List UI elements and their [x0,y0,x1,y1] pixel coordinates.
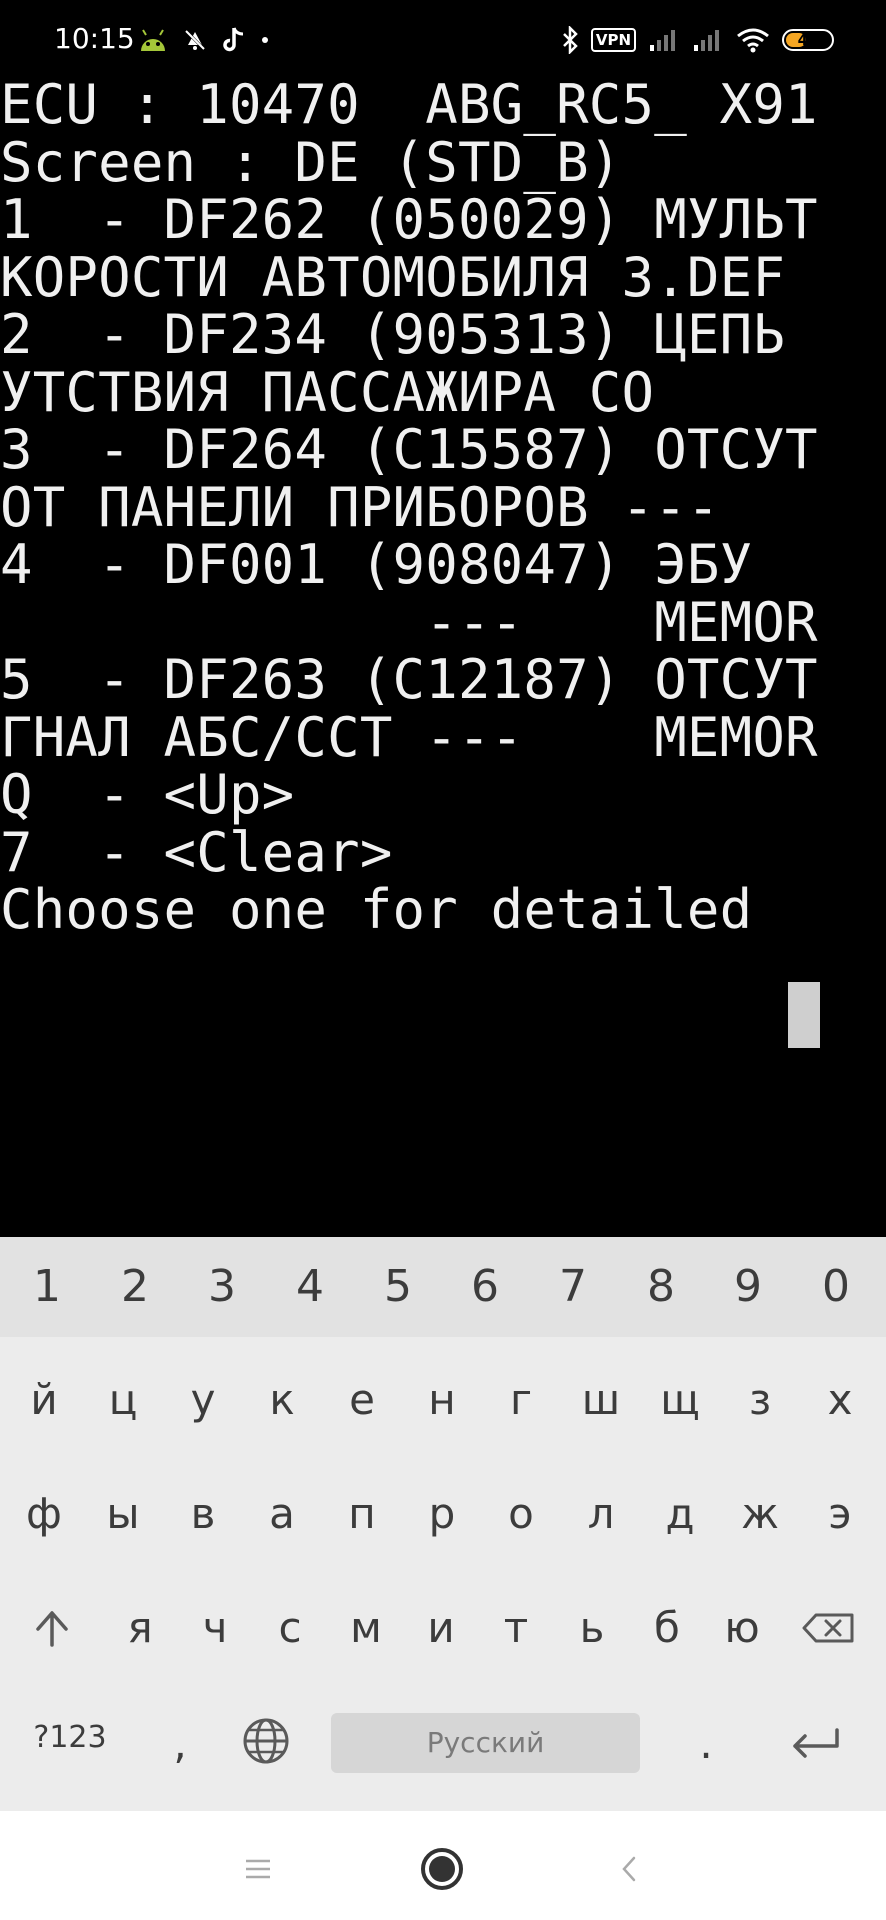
key-letter[interactable]: с [250,1573,330,1683]
status-bar: 10:15 VPN 49 [0,0,886,78]
key-letter[interactable]: ь [552,1573,632,1683]
signal-icon [692,27,724,53]
key-letter[interactable]: я [100,1573,180,1683]
back-button[interactable] [600,1841,660,1901]
key-letter[interactable]: г [481,1345,561,1455]
shift-key[interactable] [12,1573,92,1683]
key-letter[interactable]: ц [83,1345,163,1455]
key-letter[interactable]: л [561,1459,641,1569]
key-letter[interactable]: е [322,1345,402,1455]
key-letter[interactable]: д [640,1459,720,1569]
comma-key[interactable]: , [140,1689,220,1799]
android-debug-icon [138,27,168,53]
key-letter[interactable]: ч [175,1573,255,1683]
battery-level: 49 [797,31,819,49]
status-right-icons: VPN 49 [561,24,834,56]
key-8[interactable]: 8 [617,1237,705,1337]
key-2[interactable]: 2 [91,1237,179,1337]
language-key[interactable] [226,1686,306,1796]
terminal-output[interactable]: ECU : 10470 ABG_RC5_ X91 Screen : DE (ST… [0,72,886,1237]
on-screen-keyboard: 1 2 3 4 5 6 7 8 9 0 й ц у к е н г ш щ з … [0,1237,886,1811]
battery-icon: 49 [782,29,834,51]
key-letter[interactable]: ы [83,1459,163,1569]
status-time: 10:15 [54,22,135,55]
key-letter[interactable]: э [800,1459,880,1569]
key-7[interactable]: 7 [529,1237,617,1337]
key-letter[interactable]: м [326,1573,406,1683]
key-1[interactable]: 1 [3,1237,91,1337]
navigation-bar [0,1811,886,1920]
home-button[interactable] [412,1841,472,1901]
text-cursor [788,982,820,1048]
key-9[interactable]: 9 [704,1237,792,1337]
backspace-key[interactable] [790,1573,870,1683]
menu-icon [243,1857,273,1885]
key-5[interactable]: 5 [354,1237,442,1337]
dot-icon [260,35,270,45]
symbols-key[interactable]: ?123 [18,1683,122,1793]
key-letter[interactable]: ю [702,1573,782,1683]
key-letter[interactable]: ж [720,1459,800,1569]
status-left-icons [138,24,270,56]
key-4[interactable]: 4 [266,1237,354,1337]
key-letter[interactable]: н [402,1345,482,1455]
vpn-icon: VPN [590,28,636,52]
space-bar[interactable]: Русский [331,1713,640,1773]
key-letter[interactable]: ф [4,1459,84,1569]
key-letter[interactable]: ш [561,1345,641,1455]
key-letter[interactable]: х [800,1345,880,1455]
wifi-icon [736,27,770,53]
key-letter[interactable]: у [163,1345,243,1455]
signal-icon [648,27,680,53]
key-letter[interactable]: й [4,1345,84,1455]
key-letter[interactable]: щ [640,1345,720,1455]
enter-key[interactable] [775,1686,855,1796]
key-letter[interactable]: а [242,1459,322,1569]
key-letter[interactable]: к [242,1345,322,1455]
tiktok-icon [222,26,246,54]
period-key[interactable]: . [666,1689,746,1799]
globe-icon [241,1718,291,1806]
key-letter[interactable]: т [476,1573,556,1683]
enter-icon [785,1728,845,1806]
terminal-prompt: Choose one for detailed [0,878,786,941]
key-letter[interactable]: р [402,1459,482,1569]
key-letter[interactable]: б [627,1573,707,1683]
number-row: 1 2 3 4 5 6 7 8 9 0 [0,1237,886,1337]
key-letter[interactable]: з [720,1345,800,1455]
key-letter[interactable]: и [401,1573,481,1683]
key-3[interactable]: 3 [178,1237,266,1337]
notification-off-icon [182,27,208,53]
home-icon [419,1846,465,1896]
key-6[interactable]: 6 [441,1237,529,1337]
key-letter[interactable]: п [322,1459,402,1569]
bluetooth-icon [561,26,579,54]
menu-button[interactable] [228,1841,288,1901]
key-letter[interactable]: в [163,1459,243,1569]
key-0[interactable]: 0 [792,1237,880,1337]
key-letter[interactable]: о [481,1459,561,1569]
back-icon [618,1854,642,1888]
